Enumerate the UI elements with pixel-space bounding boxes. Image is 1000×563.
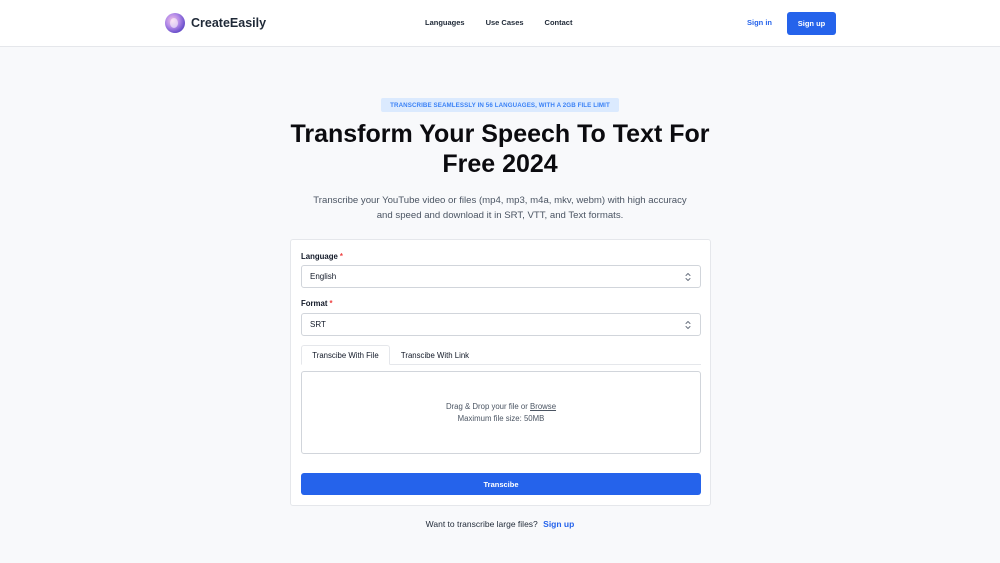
language-select[interactable]: English: [301, 265, 701, 288]
description-line-1: Transcribe your YouTube video or files (…: [313, 195, 687, 206]
page-title: Transform Your Speech To Text For Free 2…: [250, 119, 750, 179]
nav-link-languages[interactable]: Languages: [425, 18, 465, 27]
language-label-text: Language: [301, 252, 338, 261]
format-select-value: SRT: [310, 320, 326, 329]
format-label-text: Format: [301, 299, 328, 308]
hero-description: Transcribe your YouTube video or files (…: [300, 193, 700, 223]
tab-transcribe-with-link[interactable]: Transcibe With Link: [390, 345, 480, 365]
nav-links: Languages Use Cases Contact: [425, 18, 572, 27]
chevron-up-down-icon: [685, 273, 691, 281]
sign-in-link[interactable]: Sign in: [747, 18, 772, 27]
language-select-value: English: [310, 272, 337, 281]
dropzone-instructions: Drag & Drop your file or Browse: [446, 401, 556, 413]
top-navbar: CreateEasily Languages Use Cases Contact…: [0, 0, 1000, 47]
nav-link-use-cases[interactable]: Use Cases: [486, 18, 524, 27]
title-line-2: Free 2024: [442, 150, 558, 178]
large-files-prompt: Want to transcribe large files?: [425, 519, 538, 529]
tab-transcribe-with-file[interactable]: Transcibe With File: [301, 345, 390, 365]
language-label: Language *: [301, 252, 343, 261]
transcribe-form-card: Language * English Format * SRT Transcibe …: [290, 239, 711, 506]
browse-link[interactable]: Browse: [530, 402, 556, 411]
format-label: Format *: [301, 299, 332, 308]
upload-mode-tabs: Transcibe With File Transcibe With Link: [301, 345, 701, 365]
gradient-orb-icon: [165, 13, 185, 33]
brand-logo[interactable]: CreateEasily: [165, 13, 266, 33]
dropzone-text: Drag & Drop your file or: [445, 402, 528, 411]
required-marker: *: [329, 299, 333, 308]
description-line-2: and speed and download it in SRT, VTT, a…: [376, 210, 624, 221]
footer-sign-up-link[interactable]: Sign up: [543, 519, 574, 529]
required-marker: *: [339, 252, 343, 261]
title-line-1: Transform Your Speech To Text For: [290, 120, 710, 148]
nav-link-contact[interactable]: Contact: [545, 18, 573, 27]
transcribe-button[interactable]: Transcibe: [301, 473, 701, 495]
feature-badge: TRANSCRIBE SEAMLESSLY IN 56 LANGUAGES, W…: [381, 98, 619, 112]
large-files-cta: Want to transcribe large files? Sign up: [0, 519, 1000, 529]
file-dropzone[interactable]: Drag & Drop your file or Browse Maximum …: [301, 371, 701, 454]
format-select[interactable]: SRT: [301, 313, 701, 336]
sign-up-button[interactable]: Sign up: [787, 12, 836, 35]
brand-name: CreateEasily: [191, 16, 267, 30]
chevron-up-down-icon: [685, 321, 691, 329]
max-file-size: Maximum file size: 50MB: [457, 413, 545, 423]
